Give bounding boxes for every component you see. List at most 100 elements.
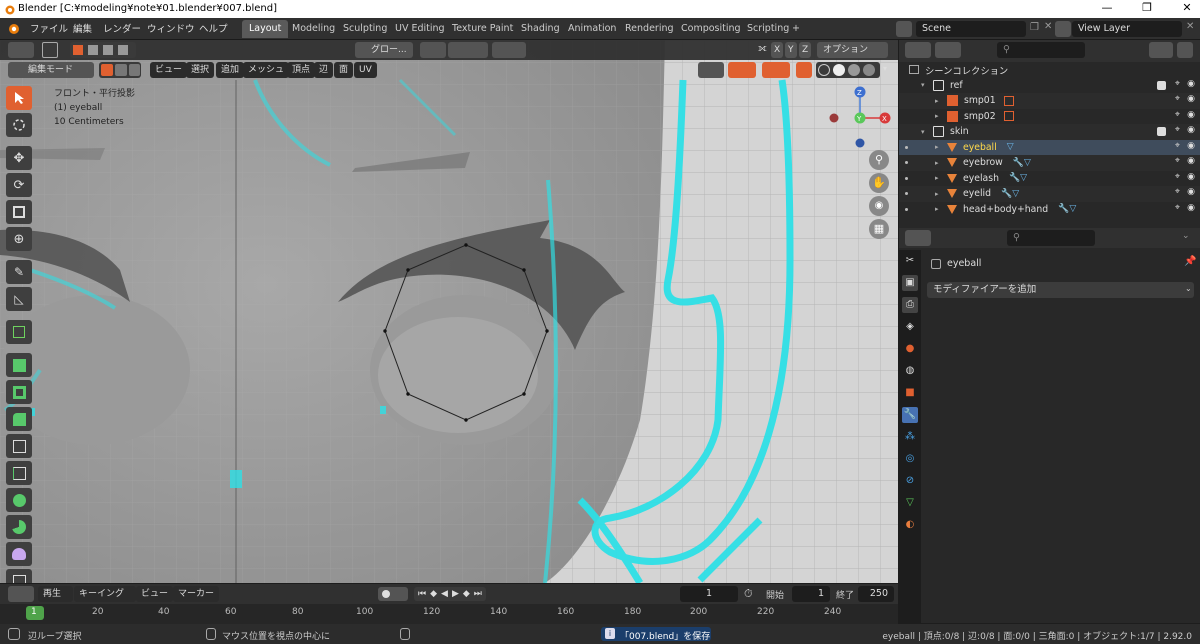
edit-mode-dot-icon[interactable] (905, 145, 908, 149)
modifier-tab-icon[interactable]: 🔧 (902, 407, 918, 423)
add-workspace-button[interactable]: + (788, 20, 804, 38)
select-subtract-icon[interactable] (103, 45, 113, 55)
view-layer-icon[interactable] (1055, 21, 1071, 37)
properties-options-chevron-icon[interactable]: ⌄ (1182, 231, 1190, 241)
edit-mode-dot-icon[interactable] (905, 176, 908, 180)
measure-tool[interactable]: ◺ (6, 287, 32, 311)
next-keyframe-icon[interactable]: ◆ (463, 589, 470, 599)
current-frame-field[interactable]: 1 (680, 586, 738, 602)
knife-tool[interactable] (6, 461, 32, 485)
menu-uv[interactable]: UV (354, 62, 377, 78)
pivot-point-icon[interactable] (420, 42, 446, 58)
output-tab-icon[interactable]: ⎙ (902, 297, 918, 313)
gizmo-toggle-icon[interactable] (728, 62, 756, 78)
menu-edit[interactable]: 編集 (73, 21, 92, 35)
outliner-item-ref[interactable]: ▾ ref ⌖ ◉ (899, 78, 1200, 94)
tab-texture-paint[interactable]: Texture Paint (445, 20, 520, 38)
move-tool[interactable]: ✥ (6, 146, 32, 170)
expand-chevron-icon[interactable]: ▾ (921, 81, 929, 89)
physics-tab-icon[interactable]: ◎ (902, 451, 918, 467)
outliner-item-smp02[interactable]: ▸ smp02 ⌖ ◉ (899, 109, 1200, 125)
filter-icon[interactable] (1149, 42, 1173, 58)
expand-chevron-icon[interactable]: ▸ (935, 159, 943, 167)
end-frame-field[interactable]: 250 (858, 586, 894, 602)
expand-chevron-icon[interactable]: ▸ (935, 97, 943, 105)
annotate-tool[interactable]: ✎ (6, 260, 32, 284)
close-window-button[interactable]: ✕ (1180, 1, 1194, 15)
timeline-menu-playback[interactable]: 再生 (38, 586, 74, 602)
inset-tool[interactable] (6, 380, 32, 404)
expand-chevron-icon[interactable]: ▸ (935, 205, 943, 213)
navigation-gizmo[interactable]: Z X Y (825, 86, 895, 156)
edit-mode-dot-icon[interactable] (905, 207, 908, 211)
menu-render[interactable]: レンダー (103, 21, 141, 35)
properties-editor-type-icon[interactable] (905, 230, 931, 246)
start-frame-field[interactable]: 1 (792, 586, 830, 602)
timeline-ruler[interactable]: 1 20 40 60 80 100 120 140 160 180 200 22… (0, 604, 898, 624)
menu-face[interactable]: 面 (334, 62, 354, 78)
selectable-toggle-icon[interactable]: ⌖ (1175, 79, 1180, 89)
outliner-item-eyelash[interactable]: ▸ eyelash 🔧▽ ⌖ ◉ (899, 171, 1200, 187)
3d-viewport[interactable]: グロー... ⟗ X Y Z オプション 編集モード ビュー 選択 追加 メッシ… (0, 40, 898, 583)
scene-copy-icon[interactable]: ❐ (1030, 22, 1039, 33)
mode-dropdown[interactable]: 編集モード (8, 62, 94, 78)
scene-icon[interactable] (896, 21, 912, 37)
world-tab-icon[interactable]: ◍ (902, 363, 918, 379)
tab-shading[interactable]: Shading (514, 20, 567, 38)
scene-collection-row[interactable]: シーンコレクション (899, 62, 1200, 78)
outliner-item-head-body-hand[interactable]: ▸ head+body+hand 🔧▽ ⌖ ◉ (899, 202, 1200, 218)
timeline-menu-keying[interactable]: キーイング (74, 586, 137, 602)
edge-slide-tool[interactable] (6, 569, 32, 583)
menu-add[interactable]: 追加 (216, 62, 245, 78)
view-layer-selector[interactable]: View Layer (1072, 21, 1182, 37)
select-tool-icon[interactable] (42, 42, 58, 58)
rotate-tool[interactable]: ⟳ (6, 173, 32, 197)
edit-mode-dot-icon[interactable] (905, 192, 908, 195)
expand-chevron-icon[interactable]: ▸ (935, 112, 943, 120)
new-collection-icon[interactable] (1177, 42, 1193, 58)
proportional-edit-icon[interactable] (492, 42, 526, 58)
loop-cut-tool[interactable] (6, 434, 32, 458)
menu-window[interactable]: ウィンドウ (147, 21, 195, 35)
edge-select-icon[interactable] (115, 64, 127, 76)
view-layer-remove-icon[interactable]: ✕ (1186, 21, 1194, 32)
selectable-toggle-icon[interactable]: ⌖ (1175, 187, 1180, 197)
xray-toggle-icon[interactable] (796, 62, 812, 78)
expand-chevron-icon[interactable]: ▸ (935, 190, 943, 198)
tab-animation[interactable]: Animation (561, 20, 623, 38)
visibility-eye-icon[interactable]: ◉ (1187, 125, 1195, 135)
tab-uv-editing[interactable]: UV Editing (388, 20, 452, 38)
render-tab-icon[interactable]: ▣ (902, 275, 918, 291)
visibility-eye-icon[interactable]: ◉ (1187, 203, 1195, 213)
extrude-tool[interactable] (6, 353, 32, 377)
visibility-eye-icon[interactable]: ◉ (1187, 79, 1195, 89)
particles-tab-icon[interactable]: ⁂ (902, 429, 918, 445)
camera-view-icon[interactable]: ◉ (869, 196, 889, 216)
constraints-tab-icon[interactable]: ⊘ (902, 473, 918, 489)
scene-remove-icon[interactable]: ✕ (1044, 21, 1052, 32)
menu-file[interactable]: ファイル (30, 21, 68, 35)
blender-menu-icon[interactable] (6, 22, 20, 36)
visibility-eye-icon[interactable]: ◉ (1187, 187, 1195, 197)
jump-start-icon[interactable]: ⏮ (418, 589, 426, 599)
tab-modeling[interactable]: Modeling (285, 20, 342, 38)
menu-view[interactable]: ビュー (150, 62, 188, 78)
menu-select[interactable]: 選択 (186, 62, 215, 78)
ortho-grid-icon[interactable]: ▦ (869, 219, 889, 239)
select-extend-icon[interactable] (88, 45, 98, 55)
shading-options-chevron-icon[interactable]: ▾ (883, 64, 887, 73)
collection-checkbox[interactable] (1157, 80, 1166, 90)
snap-icon[interactable] (448, 42, 488, 58)
pin-icon[interactable]: 📌 (1184, 256, 1196, 267)
options-dropdown[interactable]: オプション (817, 42, 889, 58)
preview-range-icon[interactable]: ⏱ (744, 587, 753, 601)
mirror-icon[interactable]: ⟗ (758, 43, 767, 54)
minimize-button[interactable]: — (1100, 1, 1114, 15)
mirror-x-toggle[interactable]: X (771, 42, 784, 58)
select-box-tool[interactable] (6, 86, 32, 110)
selectable-toggle-icon[interactable]: ⌖ (1175, 172, 1180, 182)
select-new-icon[interactable] (73, 45, 83, 55)
tab-sculpting[interactable]: Sculpting (336, 20, 394, 38)
scene-selector[interactable]: Scene (916, 21, 1026, 37)
menu-vertex[interactable]: 頂点 (287, 62, 316, 78)
